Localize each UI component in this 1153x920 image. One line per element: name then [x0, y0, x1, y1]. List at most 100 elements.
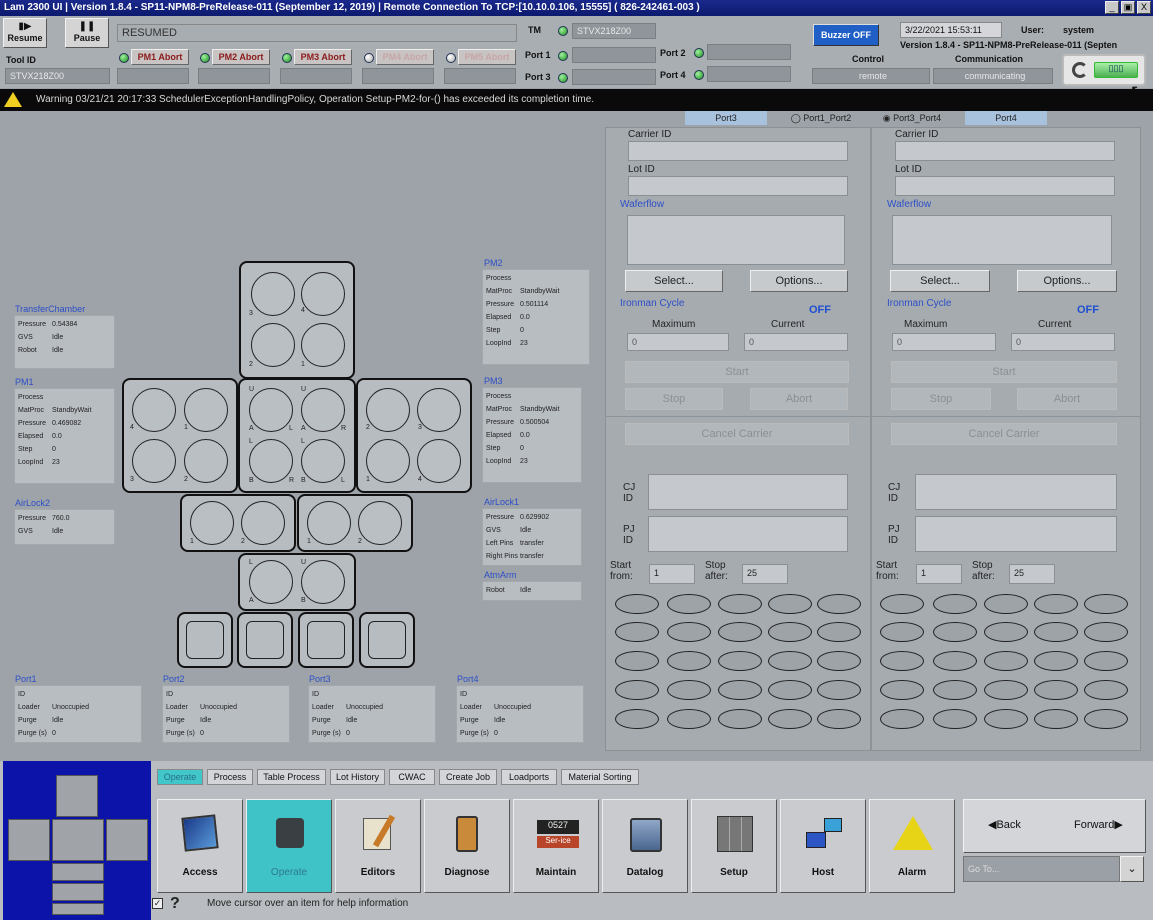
slot-oval[interactable] — [718, 680, 762, 700]
slot-oval[interactable] — [880, 709, 924, 729]
wafer-slot[interactable] — [301, 388, 345, 432]
slot-oval[interactable] — [1084, 680, 1128, 700]
pm2-abort-button[interactable]: PM2 Abort — [212, 49, 270, 65]
loadport-3[interactable] — [298, 612, 354, 668]
wafer-slot[interactable] — [301, 272, 345, 316]
tab-loadports[interactable]: Loadports — [501, 769, 557, 785]
lot-id-field[interactable] — [628, 176, 848, 196]
slot-oval[interactable] — [667, 594, 711, 614]
slot-oval[interactable] — [984, 709, 1028, 729]
wafer-slot[interactable] — [301, 323, 345, 367]
goto-field[interactable]: Go To... — [963, 856, 1120, 882]
wafer-slot[interactable] — [132, 388, 176, 432]
slot-oval[interactable] — [1034, 709, 1078, 729]
abort-button[interactable]: Abort — [750, 388, 848, 410]
tool-minimap[interactable] — [3, 761, 151, 920]
pm4-abort-button[interactable]: PM4 Abort — [376, 49, 434, 65]
setup-button[interactable]: Setup — [691, 799, 777, 893]
start-from-field[interactable]: 1 — [916, 564, 962, 584]
alarm-button[interactable]: Alarm — [869, 799, 955, 893]
slot-oval[interactable] — [880, 651, 924, 671]
wafer-slot[interactable] — [366, 388, 410, 432]
current-field[interactable]: 0 — [1011, 333, 1115, 351]
slot-oval[interactable] — [817, 709, 861, 729]
pj-id-field[interactable] — [915, 516, 1117, 552]
slot-oval[interactable] — [667, 651, 711, 671]
stop-button[interactable]: Stop — [625, 388, 723, 410]
slot-oval[interactable] — [933, 709, 977, 729]
tab-lot-history[interactable]: Lot History — [330, 769, 385, 785]
slot-oval[interactable] — [768, 594, 812, 614]
cj-id-field[interactable] — [915, 474, 1117, 510]
maximum-field[interactable]: 0 — [627, 333, 729, 351]
tab-table-process[interactable]: Table Process — [257, 769, 326, 785]
slot-oval[interactable] — [1034, 680, 1078, 700]
slot-oval[interactable] — [1034, 651, 1078, 671]
wafer-slot[interactable] — [251, 272, 295, 316]
slot-oval[interactable] — [667, 709, 711, 729]
cancel-carrier-button[interactable]: Cancel Carrier — [625, 423, 849, 445]
options-button[interactable]: Options... — [750, 270, 848, 292]
tab-process[interactable]: Process — [207, 769, 253, 785]
tab-port4[interactable]: Port4 — [965, 111, 1047, 125]
pm1-abort-button[interactable]: PM1 Abort — [131, 49, 189, 65]
back-button[interactable]: ◀Back — [988, 818, 1021, 831]
atm-arm-module[interactable]: L U A B — [238, 553, 356, 611]
waferflow-field[interactable] — [892, 215, 1112, 265]
slot-oval[interactable] — [718, 622, 762, 642]
start-button[interactable]: Start — [891, 361, 1117, 383]
slot-oval[interactable] — [880, 594, 924, 614]
slot-oval[interactable] — [984, 622, 1028, 642]
slot-oval[interactable] — [880, 680, 924, 700]
carrier-id-field[interactable] — [895, 141, 1115, 161]
wafer-slot[interactable] — [417, 388, 461, 432]
maximize-button[interactable]: ▣ — [1121, 1, 1135, 14]
wafer-slot[interactable] — [358, 501, 402, 545]
loadport-2[interactable] — [237, 612, 293, 668]
tab-port3[interactable]: Port3 — [685, 111, 767, 125]
pm3-module[interactable]: 2 3 1 4 — [356, 378, 472, 493]
airlock2-module[interactable]: 1 2 — [180, 494, 296, 552]
wafer-slot[interactable] — [249, 439, 293, 483]
slot-oval[interactable] — [718, 651, 762, 671]
slot-oval[interactable] — [984, 680, 1028, 700]
tab-operate[interactable]: Operate — [157, 769, 203, 785]
minimize-button[interactable]: _ — [1105, 1, 1119, 14]
wafer-slot[interactable] — [251, 323, 295, 367]
slot-oval[interactable] — [1084, 651, 1128, 671]
maximum-field[interactable]: 0 — [892, 333, 996, 351]
maintain-button[interactable]: 0527 Ser-ice Maintain — [513, 799, 599, 893]
wafer-slot[interactable] — [190, 501, 234, 545]
airlock1-module[interactable]: 1 2 — [297, 494, 413, 552]
start-button[interactable]: Start — [625, 361, 849, 383]
pause-button[interactable]: ❚❚ Pause — [65, 18, 109, 48]
diagnose-button[interactable]: Diagnose — [424, 799, 510, 893]
pj-id-field[interactable] — [648, 516, 848, 552]
pm5-abort-button[interactable]: PM5 Abort — [458, 49, 516, 65]
pm2-module[interactable]: 3 4 2 1 — [239, 261, 355, 379]
transfer-chamber-module[interactable]: U U A L A R L L B R B L — [238, 378, 356, 493]
wafer-slot[interactable] — [184, 388, 228, 432]
current-field[interactable]: 0 — [744, 333, 848, 351]
slot-oval[interactable] — [718, 709, 762, 729]
waferflow-field[interactable] — [627, 215, 845, 265]
warning-bar[interactable]: Warning 03/21/21 20:17:33 SchedulerExcep… — [0, 89, 1153, 111]
editors-button[interactable]: Editors — [335, 799, 421, 893]
goto-dropdown-button[interactable]: ⌄ — [1120, 856, 1144, 882]
pm3-abort-button[interactable]: PM3 Abort — [294, 49, 352, 65]
tab-create-job[interactable]: Create Job — [439, 769, 497, 785]
slot-oval[interactable] — [615, 709, 659, 729]
slot-oval[interactable] — [817, 594, 861, 614]
slot-oval[interactable] — [1084, 594, 1128, 614]
slot-oval[interactable] — [1034, 594, 1078, 614]
select-button[interactable]: Select... — [890, 270, 990, 292]
stop-button[interactable]: Stop — [891, 388, 991, 410]
forward-button[interactable]: Forward▶ — [1074, 818, 1123, 831]
select-button[interactable]: Select... — [625, 270, 723, 292]
buzzer-button[interactable]: Buzzer OFF — [813, 24, 879, 46]
wafer-slot[interactable] — [366, 439, 410, 483]
wafer-slot[interactable] — [184, 439, 228, 483]
slot-oval[interactable] — [768, 709, 812, 729]
wafer-slot[interactable] — [301, 439, 345, 483]
slot-oval[interactable] — [615, 622, 659, 642]
